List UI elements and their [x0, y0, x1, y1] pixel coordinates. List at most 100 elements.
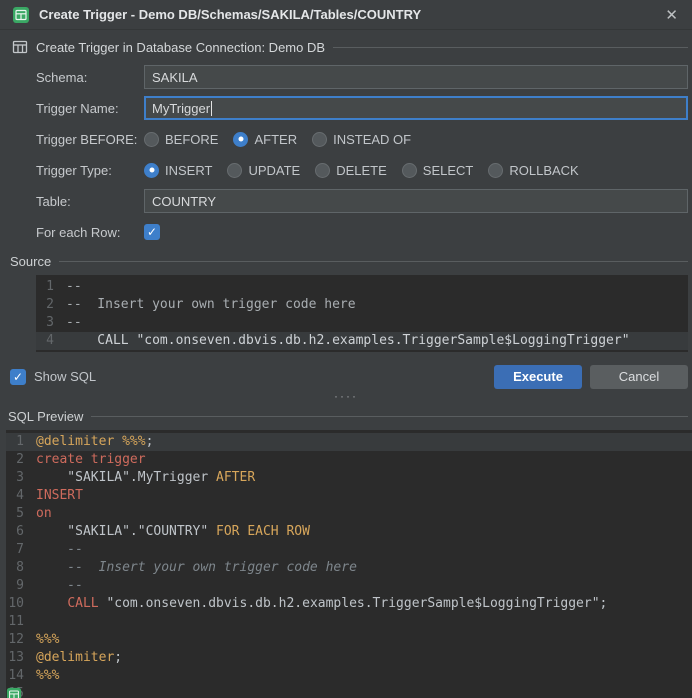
group-header: Create Trigger in Database Connection: D…: [0, 30, 692, 59]
code-text: %%%: [32, 631, 692, 649]
radio-option-insert[interactable]: INSERT: [144, 163, 212, 178]
radio-label: DELETE: [336, 163, 387, 178]
schema-row: Schema: SAKILA: [36, 65, 688, 89]
radio-label: INSTEAD OF: [333, 132, 411, 147]
radio-icon: [315, 163, 330, 178]
cancel-button[interactable]: Cancel: [590, 365, 688, 389]
execute-button[interactable]: Execute: [494, 365, 582, 389]
code-line[interactable]: 2-- Insert your own trigger code here: [36, 296, 688, 314]
code-line[interactable]: 5on: [6, 505, 692, 523]
code-line[interactable]: 14%%%: [6, 667, 692, 685]
radio-option-select[interactable]: SELECT: [402, 163, 474, 178]
code-line[interactable]: 11: [6, 613, 692, 631]
line-number: 14: [6, 667, 32, 685]
source-code-editor[interactable]: 1--2-- Insert your own trigger code here…: [36, 275, 688, 352]
line-number: 4: [6, 487, 32, 505]
radio-label: INSERT: [165, 163, 212, 178]
line-number: 11: [6, 613, 32, 631]
code-line[interactable]: 2create trigger: [6, 451, 692, 469]
line-number: 5: [6, 505, 32, 523]
code-text: "SAKILA"."COUNTRY" FOR EACH ROW: [32, 523, 692, 541]
code-text: %%%: [32, 667, 692, 685]
for-each-row-checkbox[interactable]: ✓: [144, 224, 160, 240]
code-line[interactable]: 9 --: [6, 577, 692, 595]
splitter-dots: ····: [334, 389, 358, 403]
line-number: 7: [6, 541, 32, 559]
code-line[interactable]: 10 CALL "com.onseven.dbvis.db.h2.example…: [6, 595, 692, 613]
code-line[interactable]: 7 --: [6, 541, 692, 559]
window-title: Create Trigger - Demo DB/Schemas/SAKILA/…: [39, 7, 421, 22]
code-line[interactable]: 3 "SAKILA".MyTrigger AFTER: [6, 469, 692, 487]
radio-option-instead-of[interactable]: INSTEAD OF: [312, 132, 411, 147]
radio-option-before[interactable]: BEFORE: [144, 132, 218, 147]
table-icon-bottom: [6, 687, 22, 698]
radio-icon: [402, 163, 417, 178]
code-line[interactable]: 4 CALL "com.onseven.dbvis.db.h2.examples…: [36, 332, 688, 350]
line-number: 6: [6, 523, 32, 541]
for-each-row-label: For each Row:: [36, 225, 144, 240]
code-line[interactable]: 13@delimiter;: [6, 649, 692, 667]
source-label: Source: [10, 254, 51, 269]
trigger-before-row: Trigger BEFORE: BEFOREAFTERINSTEAD OF: [36, 127, 688, 151]
title-bar[interactable]: Create Trigger - Demo DB/Schemas/SAKILA/…: [0, 0, 692, 30]
sql-preview-editor[interactable]: 1@delimiter %%%;2create trigger3 "SAKILA…: [6, 430, 692, 698]
code-text: @delimiter %%%;: [32, 433, 692, 451]
code-line[interactable]: 1@delimiter %%%;: [6, 433, 692, 451]
code-text: --: [32, 541, 692, 559]
table-value: COUNTRY: [152, 194, 216, 209]
code-line[interactable]: 8 -- Insert your own trigger code here: [6, 559, 692, 577]
line-number: 2: [6, 451, 32, 469]
radio-label: SELECT: [423, 163, 474, 178]
code-text: [32, 613, 692, 631]
code-text: CALL "com.onseven.dbvis.db.h2.examples.T…: [32, 595, 692, 613]
radio-label: ROLLBACK: [509, 163, 578, 178]
trigger-name-label: Trigger Name:: [36, 101, 144, 116]
show-sql-checkbox[interactable]: ✓: [10, 369, 26, 385]
sql-preview-section-header: SQL Preview: [0, 403, 692, 428]
line-number: 1: [6, 433, 32, 451]
code-text: --: [62, 278, 688, 296]
line-number: 1: [36, 278, 62, 296]
line-number: 13: [6, 649, 32, 667]
radio-option-update[interactable]: UPDATE: [227, 163, 300, 178]
code-text: -- Insert your own trigger code here: [32, 559, 692, 577]
radio-label: BEFORE: [165, 132, 218, 147]
line-number: 8: [6, 559, 32, 577]
code-line[interactable]: 15: [6, 685, 692, 698]
table-label: Table:: [36, 194, 144, 209]
code-line[interactable]: 4INSERT: [6, 487, 692, 505]
code-text: CALL "com.onseven.dbvis.db.h2.examples.T…: [62, 332, 688, 350]
trigger-form: Schema: SAKILA Trigger Name: MyTrigger T…: [0, 59, 692, 244]
trigger-type-label: Trigger Type:: [36, 163, 144, 178]
show-sql-label[interactable]: Show SQL: [34, 369, 96, 384]
radio-option-after[interactable]: AFTER: [233, 132, 297, 147]
trigger-name-input[interactable]: MyTrigger: [144, 96, 688, 120]
line-number: 2: [36, 296, 62, 314]
line-number: 4: [36, 332, 62, 350]
sql-preview-label: SQL Preview: [8, 409, 83, 424]
code-line[interactable]: 6 "SAKILA"."COUNTRY" FOR EACH ROW: [6, 523, 692, 541]
radio-icon: [488, 163, 503, 178]
radio-option-rollback[interactable]: ROLLBACK: [488, 163, 578, 178]
code-line[interactable]: 3--: [36, 314, 688, 332]
radio-icon: [144, 163, 159, 178]
line-number: 9: [6, 577, 32, 595]
radio-icon: [144, 132, 159, 147]
table-input[interactable]: COUNTRY: [144, 189, 688, 213]
create-trigger-dialog: Create Trigger - Demo DB/Schemas/SAKILA/…: [0, 0, 692, 698]
radio-option-delete[interactable]: DELETE: [315, 163, 387, 178]
schema-input[interactable]: SAKILA: [144, 65, 688, 89]
radio-icon: [312, 132, 327, 147]
trigger-type-row: Trigger Type: INSERT UPDATE DELETE SELECT RO…: [36, 158, 688, 182]
close-icon[interactable]: ✕: [663, 6, 680, 24]
radio-label: UPDATE: [248, 163, 300, 178]
table-row: Table: COUNTRY: [36, 189, 688, 213]
schema-value: SAKILA: [152, 70, 198, 85]
code-line[interactable]: 12%%%: [6, 631, 692, 649]
action-bar: ✓ Show SQL Execute Cancel: [0, 352, 692, 389]
splitter-handle[interactable]: ····: [0, 389, 692, 404]
code-line[interactable]: 1--: [36, 278, 688, 296]
radio-label: AFTER: [254, 132, 297, 147]
trigger-type-radio-group: INSERT UPDATE DELETE SELECT ROLLBACK: [144, 163, 594, 178]
code-text: [32, 685, 692, 698]
